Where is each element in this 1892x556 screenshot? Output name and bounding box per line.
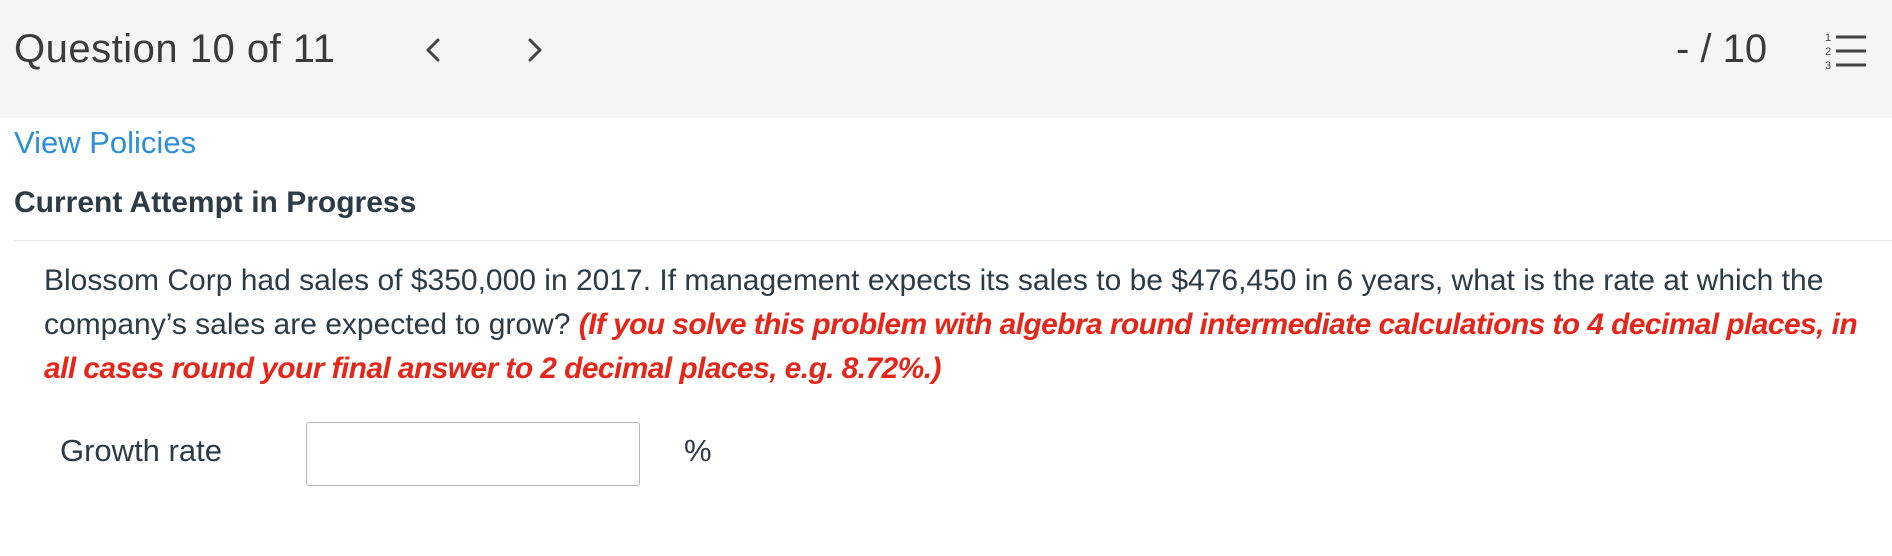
svg-text:2: 2 xyxy=(1825,46,1831,58)
score-display: - / 10 xyxy=(1676,27,1768,71)
question-text: Blossom Corp had sales of $350,000 in 20… xyxy=(44,259,1864,391)
question-panel: Blossom Corp had sales of $350,000 in 20… xyxy=(14,241,1892,556)
svg-text:3: 3 xyxy=(1825,60,1831,72)
chevron-right-icon xyxy=(528,38,542,62)
growth-rate-label: Growth rate xyxy=(60,433,222,468)
numbered-list-icon: 1 2 3 xyxy=(1825,32,1866,72)
previous-question-button[interactable] xyxy=(413,28,453,72)
question-header: Question 10 of 11 - / 10 1 2 3 xyxy=(0,0,1892,118)
question-list-button[interactable]: 1 2 3 xyxy=(1824,28,1870,72)
percent-unit: % xyxy=(684,433,712,468)
question-counter: Question 10 of 11 xyxy=(14,27,336,71)
attempt-heading: Current Attempt in Progress xyxy=(14,186,417,219)
next-question-button[interactable] xyxy=(515,28,555,72)
growth-rate-input[interactable] xyxy=(306,422,640,486)
view-policies-link[interactable]: View Policies xyxy=(14,123,196,163)
svg-text:1: 1 xyxy=(1825,32,1831,44)
chevron-left-icon xyxy=(426,38,440,62)
